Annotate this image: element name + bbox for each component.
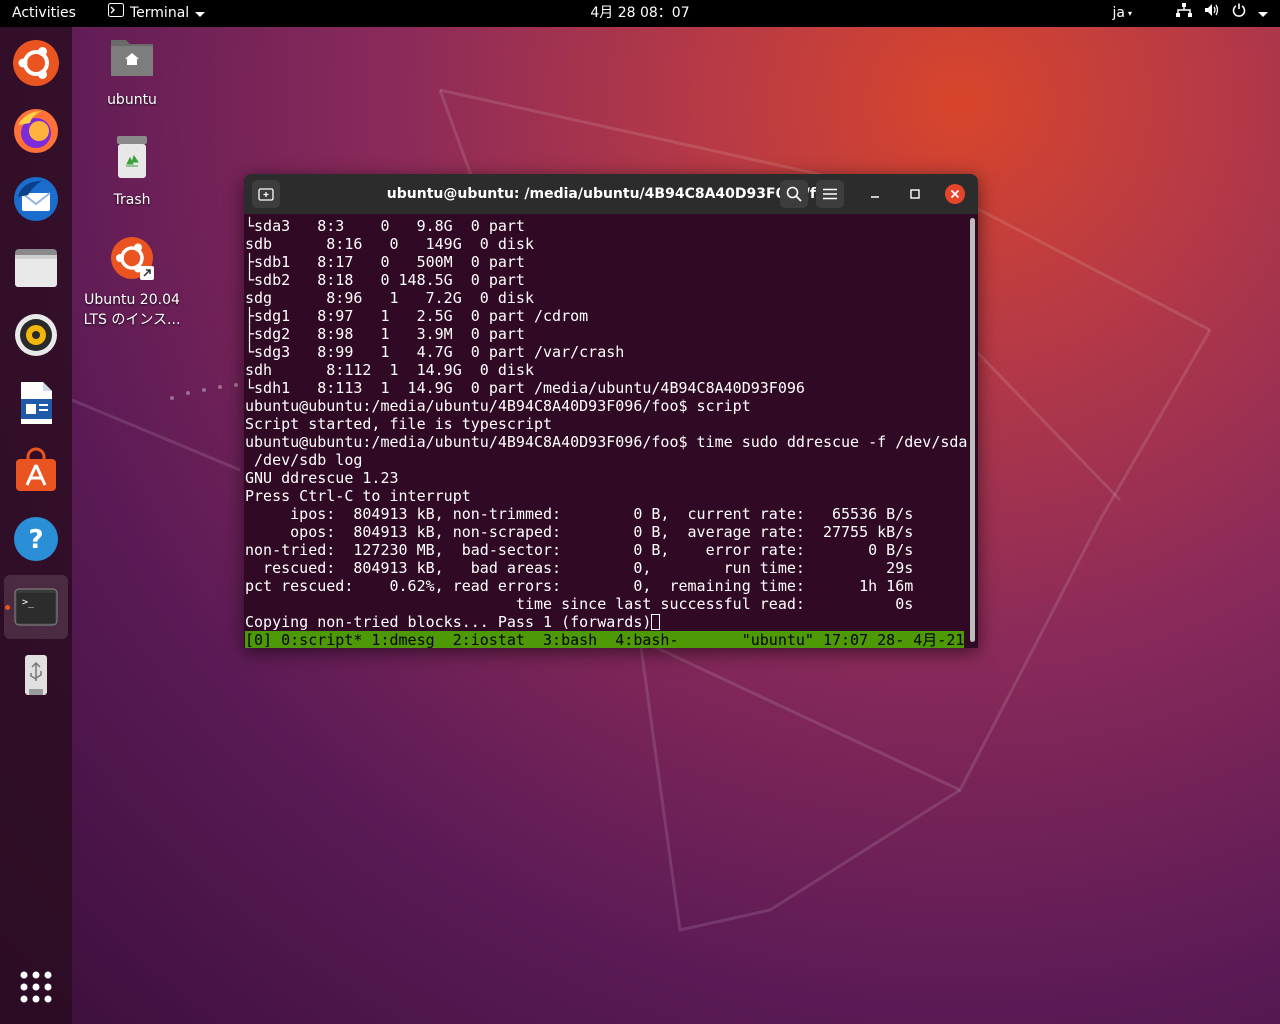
terminal-line: GNU ddrescue 1.23 <box>245 469 399 487</box>
dock-files[interactable] <box>4 235 68 299</box>
document-icon <box>21 382 52 424</box>
maximize-button[interactable] <box>901 180 929 208</box>
terminal-line: └sdh1 8:113 1 14.9G 0 part /media/ubuntu… <box>245 379 805 397</box>
terminal-line: └sda3 8:3 0 9.8G 0 part <box>245 217 525 235</box>
close-button[interactable] <box>941 180 969 208</box>
close-icon <box>945 184 965 204</box>
input-method-menu[interactable]: ja ▾ <box>1113 0 1132 27</box>
show-applications-button[interactable] <box>4 955 68 1019</box>
input-method-label: ja <box>1112 5 1125 21</box>
dock-rhythmbox[interactable] <box>4 303 68 367</box>
trash-icon <box>117 136 147 178</box>
thunderbird-icon <box>14 177 58 221</box>
dock: ? >_ <box>0 27 72 1024</box>
terminal-icon: >_ <box>14 588 58 626</box>
dock-ubuntu-software[interactable] <box>4 439 68 503</box>
terminal-line: ubuntu@ubuntu:/media/ubuntu/4B94C8A40D93… <box>245 397 751 415</box>
minimize-button[interactable] <box>861 180 889 208</box>
terminal-line: opos: 804913 kB, non-scraped: 0 B, avera… <box>245 523 914 541</box>
terminal-output[interactable]: └sda3 8:3 0 9.8G 0 part sdb 8:16 0 149G 0… <box>245 217 969 648</box>
dock-usb-drive[interactable] <box>4 643 68 707</box>
menu-button[interactable] <box>816 180 844 208</box>
svg-text:>_: >_ <box>22 597 35 608</box>
terminal-line: └sdg3 8:99 1 4.7G 0 part /var/crash <box>245 343 625 361</box>
maximize-icon <box>910 189 920 199</box>
software-store-icon <box>16 447 56 491</box>
folder-icon <box>15 249 57 287</box>
terminal-line: ├sdg1 8:97 1 2.5G 0 part /cdrom <box>245 307 589 325</box>
firefox-icon <box>14 109 58 153</box>
running-indicator <box>5 605 10 610</box>
terminal-line: sdb 8:16 0 149G 0 disk <box>245 235 534 253</box>
terminal-line: non-tried: 127230 MB, bad-sector: 0 B, e… <box>245 541 914 559</box>
system-menu[interactable] <box>1176 0 1268 27</box>
terminal-line: /dev/sdb log <box>245 451 363 469</box>
search-icon <box>786 186 802 202</box>
hamburger-menu-icon <box>823 188 837 200</box>
svg-text:?: ? <box>28 525 43 555</box>
ubuntu-installer-icon <box>111 237 154 280</box>
terminal-line: Script started, file is typescript <box>245 415 553 433</box>
terminal-line: ubuntu@ubuntu:/media/ubuntu/4B94C8A40D93… <box>245 433 968 451</box>
desktop-icon-label: Ubuntu 20.04 LTS のインス... <box>83 292 181 328</box>
terminal-line: ipos: 804913 kB, non-trimmed: 0 B, curre… <box>245 505 914 523</box>
help-icon: ? <box>14 517 58 561</box>
dock-thunderbird[interactable] <box>4 167 68 231</box>
network-icon <box>1176 0 1192 27</box>
chevron-down-icon <box>1258 12 1268 17</box>
search-button[interactable] <box>780 180 808 208</box>
scrollbar[interactable] <box>969 218 976 642</box>
terminal-current-line: Copying non-tried blocks... Pass 1 (forw… <box>245 613 969 631</box>
ubuntu-logo-icon <box>13 40 59 86</box>
terminal-line: ├sdg2 8:98 1 3.9M 0 part <box>245 325 525 343</box>
clock[interactable]: 4月 28 08：07 <box>0 0 1280 27</box>
dock-help[interactable]: ? <box>4 507 68 571</box>
terminal-line: ├sdb1 8:17 0 500M 0 part <box>245 253 525 271</box>
new-tab-icon <box>258 188 274 201</box>
terminal-line: └sdb2 8:18 0 148.5G 0 part <box>245 271 525 289</box>
app-grid-icon <box>20 971 52 1003</box>
desktop-icon-trash[interactable]: Trash <box>82 134 182 210</box>
terminal-line: time since last successful read: 0s <box>245 595 914 613</box>
terminal-line: sdh 8:112 1 14.9G 0 disk <box>245 361 534 379</box>
volume-icon <box>1204 0 1220 27</box>
power-icon <box>1232 0 1246 27</box>
desktop-icon-home[interactable]: ubuntu <box>82 34 182 110</box>
terminal-line: pct rescued: 0.62%, read errors: 0, rema… <box>245 577 914 595</box>
terminal-lines: └sda3 8:3 0 9.8G 0 part sdb 8:16 0 149G 0… <box>245 217 969 613</box>
desktop-icon-installer[interactable]: Ubuntu 20.04 LTS のインス... <box>82 234 182 330</box>
minimize-icon <box>871 196 879 198</box>
dock-firefox[interactable] <box>4 99 68 163</box>
dock-ubuntu-installer[interactable] <box>4 31 68 95</box>
scrollbar-thumb[interactable] <box>970 218 975 642</box>
new-tab-button[interactable] <box>252 180 280 208</box>
terminal-window[interactable]: ubuntu@ubuntu: /media/ubuntu/4B94C8A40D9… <box>244 174 978 648</box>
home-folder-icon <box>111 40 153 76</box>
dock-terminal[interactable]: >_ <box>4 575 68 639</box>
terminal-header-bar[interactable]: ubuntu@ubuntu: /media/ubuntu/4B94C8A40D9… <box>244 174 978 214</box>
terminal-line: rescued: 804913 kB, bad areas: 0, run ti… <box>245 559 914 577</box>
desktop-icon-label: Trash <box>113 192 151 208</box>
tmux-status-bar: [0] 0:script* 1:dmesg 2:iostat 3:bash 4:… <box>245 631 965 648</box>
desktop-icon-label: ubuntu <box>107 92 157 108</box>
usb-drive-icon <box>25 655 47 695</box>
speaker-icon <box>15 314 57 356</box>
terminal-line: Press Ctrl-C to interrupt <box>245 487 471 505</box>
top-bar: Activities Terminal 4月 28 08：07 ja ▾ <box>0 0 1280 27</box>
dock-libreoffice-writer[interactable] <box>4 371 68 435</box>
text-cursor <box>651 614 661 630</box>
terminal-line: sdg 8:96 1 7.2G 0 disk <box>245 289 534 307</box>
